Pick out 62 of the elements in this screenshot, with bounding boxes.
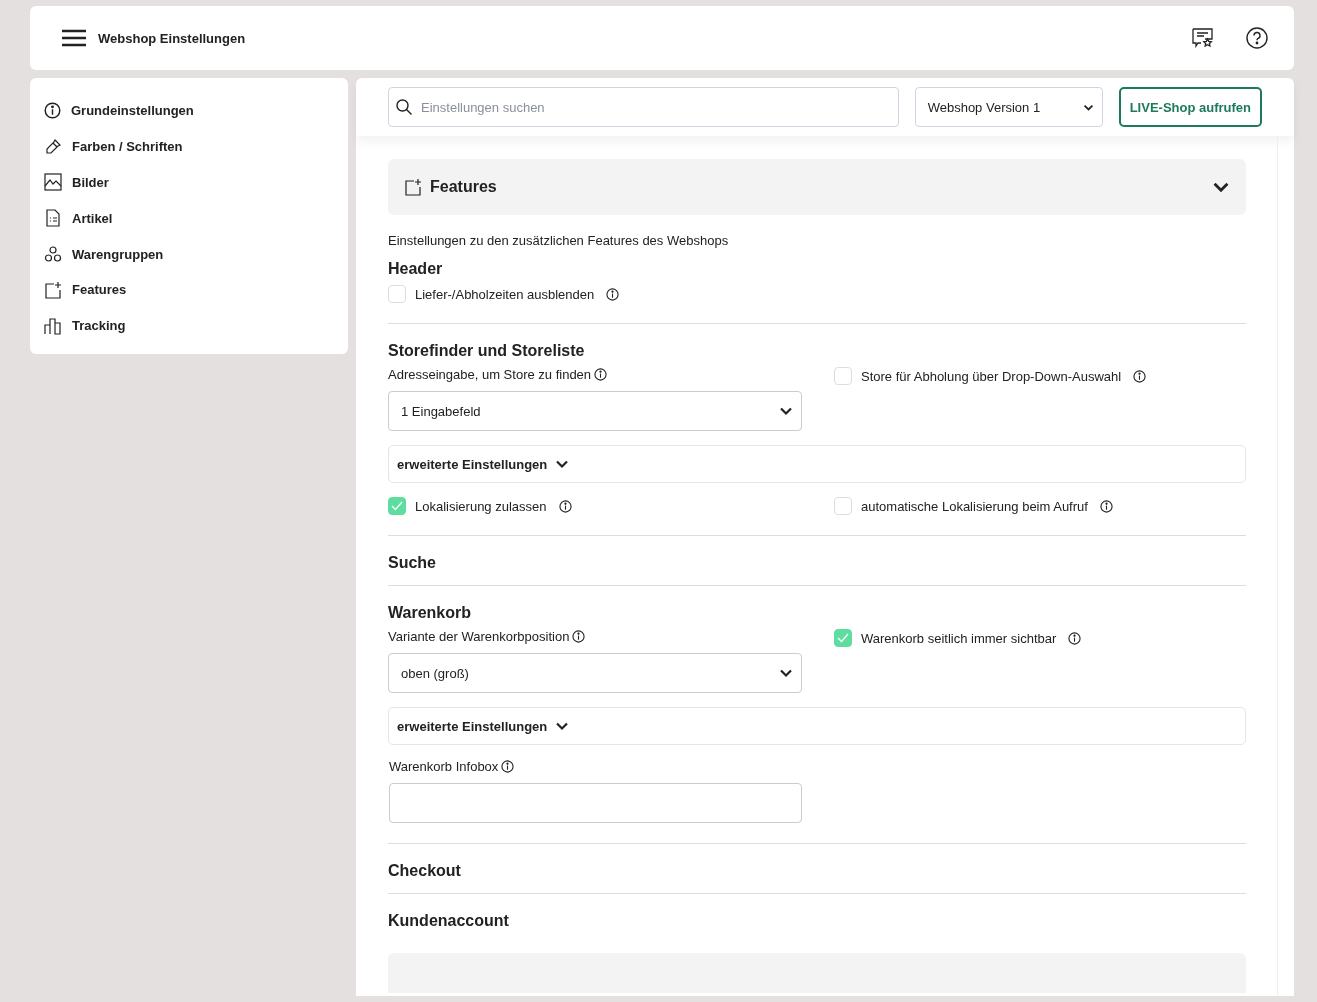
feedback-star-icon[interactable] (1192, 28, 1214, 48)
select-field[interactable]: oben (groß) (388, 653, 802, 693)
checkbox[interactable] (834, 367, 852, 385)
info-icon (501, 760, 515, 773)
field-label: Warenkorb Infobox (389, 759, 499, 774)
menu-icon[interactable] (62, 29, 86, 47)
checkbox[interactable] (388, 285, 406, 303)
advanced-settings-toggle[interactable]: erweiterte Einstellungen (388, 445, 1246, 483)
checkbox-option[interactable]: Lokalisierung zulassen (388, 497, 834, 515)
pipette-icon (44, 137, 62, 156)
search-field[interactable]: Einstellungen suchen (388, 87, 899, 127)
add-frame-icon (44, 280, 62, 299)
section-heading: Suche (388, 554, 437, 572)
info-icon (558, 499, 572, 513)
field-label: Variante der Warenkorbposition (388, 629, 570, 644)
live-shop-button[interactable]: LIVE-Shop aufrufen (1118, 87, 1262, 127)
info-icon (606, 287, 620, 301)
sidebar-item[interactable]: Tracking (44, 307, 334, 344)
section-heading: Header (388, 260, 444, 278)
checkbox-option[interactable]: automatische Lokalisierung beim Aufruf (834, 497, 1246, 515)
add-frame-icon (404, 178, 422, 196)
checkbox-option[interactable]: Warenkorb seitlich immer sichtbar (834, 629, 1246, 647)
sidebar-item[interactable]: Features (44, 272, 334, 308)
bar-chart-icon (44, 316, 62, 335)
page-title: Webshop Einstellungen (98, 30, 247, 46)
section-heading: Checkout (388, 862, 462, 880)
info-icon (1099, 499, 1113, 513)
checkbox-label: automatische Lokalisierung beim Aufruf (861, 498, 1088, 514)
info-icon (44, 102, 61, 120)
image-icon (44, 173, 62, 192)
checkbox[interactable] (834, 497, 852, 515)
checkbox-label: Lokalisierung zulassen (415, 498, 547, 514)
checkbox-option[interactable]: Liefer-/Abholzeiten ausblenden (388, 285, 834, 303)
section-heading: Warenkorb (388, 604, 472, 622)
section-heading: Storefinder und Storeliste (388, 342, 586, 360)
circles-icon (44, 245, 62, 264)
sidebar-item[interactable]: Warengruppen (44, 236, 334, 272)
info-icon (594, 368, 608, 381)
accordion-header[interactable]: Features (388, 159, 1246, 215)
checkbox-option[interactable]: Store für Abholung über Drop-Down-Auswahl (834, 367, 1246, 385)
sidebar-item[interactable]: Farben / Schriften (44, 128, 334, 165)
checkbox[interactable] (388, 497, 406, 515)
sidebar-item[interactable]: Grundeinstellungen (44, 93, 334, 129)
checkbox[interactable] (834, 629, 852, 647)
info-icon (1068, 631, 1082, 645)
info-icon (572, 630, 586, 643)
sidebar-item[interactable]: Bilder (44, 164, 334, 201)
document-list-icon (44, 209, 62, 228)
help-icon[interactable] (1246, 27, 1268, 49)
checkbox-label: Warenkorb seitlich immer sichtbar (861, 630, 1057, 646)
checkbox-label: Liefer-/Abholzeiten ausblenden (415, 286, 595, 302)
advanced-settings-toggle[interactable]: erweiterte Einstellungen (388, 707, 1246, 745)
info-icon (1133, 369, 1147, 383)
section-heading: Kundenaccount (388, 912, 510, 930)
text-area[interactable] (389, 783, 802, 823)
search-icon (396, 99, 412, 115)
sidebar-item[interactable]: Artikel (44, 200, 334, 237)
version-select[interactable]: Webshop Version 1 (914, 87, 1103, 127)
panel-description: Einstellungen zu den zusätzlichen Features des Webshops (388, 233, 730, 248)
field-label: Adresseingabe, um Store zu finden (388, 367, 592, 382)
checkbox-label: Store für Abholung über Drop-Down-Auswahl (861, 368, 1122, 384)
select-field[interactable]: 1 Eingabefeld (388, 391, 802, 431)
